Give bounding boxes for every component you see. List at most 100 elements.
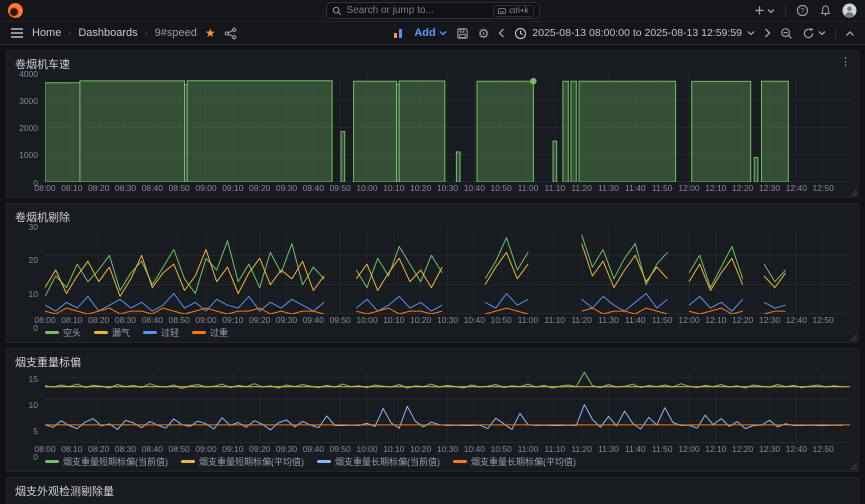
dashboard-settings-button[interactable]: ⚙ [478,27,490,40]
legend-series-label: 过轻 [161,328,180,338]
x-tick-label: 12:20 [732,315,754,325]
x-tick-label: 11:00 [517,183,539,193]
legend-item[interactable]: 烟支重量长期标偏(当前值) [317,455,440,468]
x-tick-label: 11:30 [598,183,619,193]
panel-weight-deviation: 烟支重量标偏 0 5 10 15 08:00 08:10 08:20 08:30 08:40 0… [6,348,859,472]
legend-series-label: 过重 [210,328,229,338]
user-avatar[interactable] [842,3,857,18]
panel-add-icon [393,28,405,39]
new-menu-button[interactable] [754,5,775,16]
x-tick-label: 12:40 [785,315,807,325]
x-tick-label: 10:30 [436,444,459,454]
mega-menu-icon[interactable] [10,27,24,39]
time-shift-back-button[interactable] [498,28,505,38]
x-tick-label: 09:50 [329,315,351,325]
dashboard-grid: 卷烟机车速 ⋮ 0 1000 2000 3000 4000 08:00 08:10 08:2… [0,45,865,504]
x-tick-label: 10:00 [356,315,378,325]
x-tick-label: 10:40 [463,444,485,454]
x-tick-label: 12:20 [732,183,754,193]
favorite-star-icon[interactable]: ★ [205,27,216,39]
grafana-logo[interactable] [8,3,23,18]
x-axis: 08:00 08:10 08:20 08:30 08:40 08:50 09:00 09:10… [34,314,850,326]
time-range-picker[interactable]: 2025-08-13 08:00:00 to 2025-08-13 12:59:… [514,27,755,40]
search-input[interactable] [346,5,489,16]
panel-machine-rejects: 卷烟机剔除 0 10 20 30 08:00 08:10 08:20 08:30 08:40 0… [6,203,859,343]
help-icon[interactable]: ? [796,4,809,17]
x-tick-label: 12:20 [732,444,754,454]
panel-resize-handle[interactable] [849,462,857,470]
search-icon [332,6,342,16]
x-tick-label: 09:40 [302,315,324,325]
x-tick-label: 11:40 [625,183,646,193]
add-button[interactable]: Add [414,27,447,39]
x-tick-label: 11:30 [598,315,619,325]
chart-legend: 空头 漏气 过轻 过重 [45,326,850,339]
x-tick-label: 08:50 [168,183,190,193]
speed-area-chart[interactable] [45,73,850,182]
share-icon[interactable] [224,27,237,40]
save-dashboard-button[interactable] [456,27,469,40]
legend-series-label: 烟支重量短期标偏(平均值) [199,457,304,467]
search-box[interactable]: ctrl+k [325,2,540,19]
panel-title[interactable]: 烟支重量标偏 [15,354,850,371]
y-tick-label: 5 [33,425,38,436]
panel-menu-icon[interactable]: ⋮ [840,55,851,68]
time-shift-forward-button[interactable] [764,28,771,38]
breadcrumb-dashboards[interactable]: Dashboards [78,27,137,39]
refresh-button[interactable] [802,27,826,40]
legend-item[interactable]: 过轻 [143,326,179,339]
x-tick-label: 12:50 [812,315,834,325]
panel-resize-handle[interactable] [849,333,857,341]
legend-item[interactable]: 烟支重量短期标偏(当前值) [45,455,168,468]
x-tick-label: 12:10 [705,315,727,325]
legend-item[interactable]: 空头 [45,326,81,339]
weight-deviation-chart[interactable] [45,371,850,443]
x-tick-label: 11:20 [571,444,592,454]
chevron-down-icon [439,31,447,36]
x-tick-label: 08:30 [114,444,137,454]
panel-title[interactable]: 烟支外观检测剔除量 [15,483,850,500]
legend-item[interactable]: 过重 [192,326,228,339]
x-tick-label: 10:30 [436,183,459,193]
legend-item[interactable]: 烟支重量长期标偏(平均值) [453,455,576,468]
clock-icon [515,27,527,39]
keyboard-icon [498,7,507,14]
x-tick-label: 08:00 [34,315,56,325]
x-tick-label: 11:20 [571,315,592,325]
rejects-line-chart[interactable] [45,226,850,314]
panel-resize-handle[interactable] [849,188,857,196]
x-tick-label: 10:10 [383,315,405,325]
zoom-out-button[interactable] [780,27,793,40]
legend-series-color [453,460,467,463]
x-tick-label: 09:40 [302,183,324,193]
breadcrumb-home[interactable]: Home [32,27,61,39]
x-tick-label: 12:30 [758,315,781,325]
notifications-bell-icon[interactable] [819,4,832,17]
x-tick-label: 09:00 [195,315,217,325]
collapse-toolbar-button[interactable] [845,30,855,37]
x-tick-label: 10:10 [383,183,405,193]
panel-title[interactable]: 卷烟机车速 [15,56,850,73]
breadcrumb-current: 9#speed [154,27,197,39]
legend-series-label: 烟支重量短期标偏(当前值) [63,457,168,467]
x-tick-label: 09:20 [249,315,271,325]
svg-text:?: ? [801,8,805,15]
panel-title[interactable]: 卷烟机剔除 [15,209,850,226]
x-tick-label: 08:10 [61,444,83,454]
x-tick-label: 11:50 [651,315,673,325]
legend-series-label: 空头 [63,328,82,338]
x-tick-label: 09:40 [302,444,324,454]
x-tick-label: 12:00 [678,183,700,193]
x-axis: 08:00 08:10 08:20 08:30 08:40 08:50 09:00 09:10… [34,182,850,194]
breadcrumb: Home › Dashboards › 9#speed [32,27,197,39]
chevron-down-icon [747,31,755,36]
legend-item[interactable]: 漏气 [94,326,130,339]
x-tick-label: 11:10 [544,315,566,325]
legend-item[interactable]: 烟支重量短期标偏(平均值) [181,455,304,468]
x-tick-label: 11:50 [651,183,673,193]
legend-series-color [143,331,158,334]
x-tick-label: 09:30 [275,183,298,193]
x-tick-label: 11:30 [598,444,619,454]
x-tick-label: 08:50 [168,444,190,454]
x-tick-label: 09:30 [275,444,298,454]
